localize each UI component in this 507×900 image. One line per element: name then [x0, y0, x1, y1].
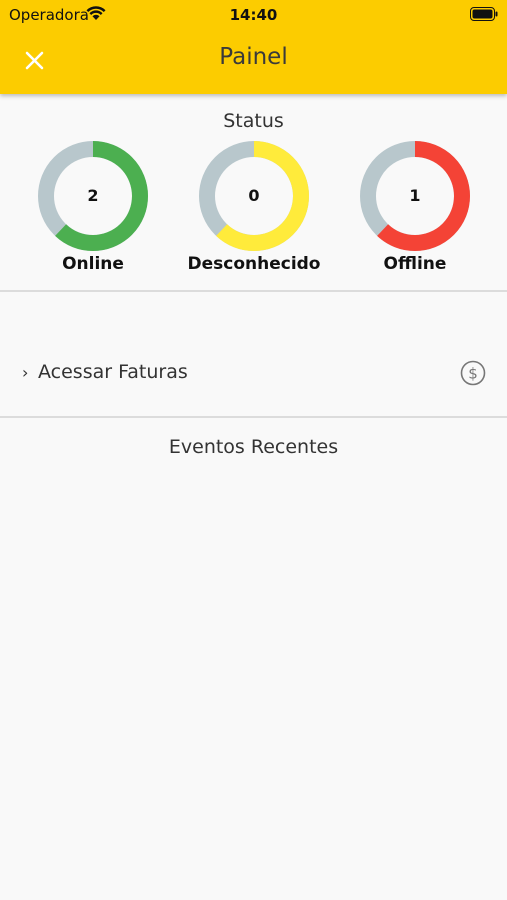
gauge-value: 0	[248, 186, 260, 205]
offline-gauge: 1	[357, 138, 473, 254]
app-bar: Operadora 14:40 Painel	[0, 0, 507, 94]
unknown-gauge: 0	[196, 138, 312, 254]
acessar-faturas-button[interactable]: › Acessar Faturas $	[0, 335, 507, 411]
svg-text:$: $	[468, 365, 478, 383]
dollar-circle-icon: $	[460, 360, 486, 386]
page-title: Painel	[219, 44, 288, 70]
recent-events-title: Eventos Recentes	[168, 436, 339, 458]
gauge-value: 2	[87, 186, 99, 205]
gauge-value: 1	[409, 186, 421, 205]
divider	[0, 416, 507, 418]
battery-icon	[470, 7, 498, 21]
status-section-title: Status	[223, 110, 284, 132]
gauge-label: Offline	[383, 254, 447, 274]
online-gauge: 2	[35, 138, 151, 254]
status-bar: Operadora 14:40	[0, 0, 507, 30]
gauge-label: Online	[62, 254, 124, 274]
acessar-faturas-label: Acessar Faturas	[38, 361, 188, 383]
status-time: 14:40	[229, 6, 278, 24]
gauge-label: Desconhecido	[187, 254, 321, 274]
divider	[0, 290, 507, 292]
chevron-right-icon: ›	[22, 363, 29, 382]
